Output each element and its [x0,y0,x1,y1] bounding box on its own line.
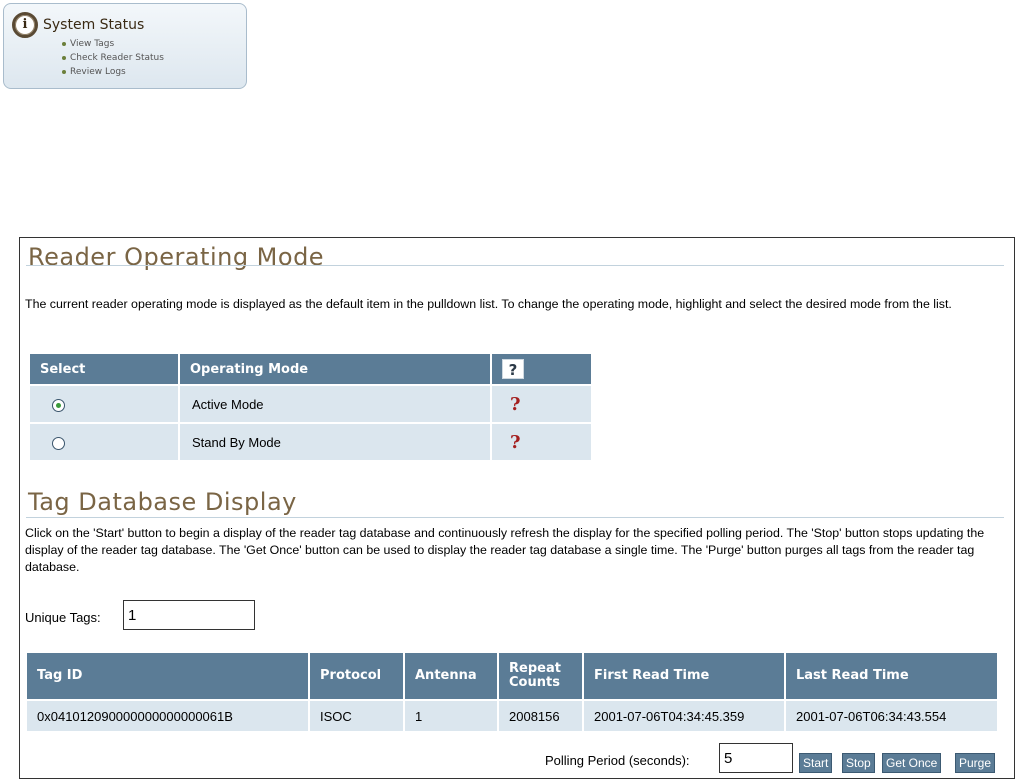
first-read-cell: 2001-07-06T04:34:45.359 [584,701,784,731]
table-row: 0x041012090000000000000061B ISOC 1 20081… [27,701,997,731]
active-mode-radio[interactable] [52,398,65,412]
standby-mode-radio[interactable] [52,436,65,450]
purge-button[interactable]: Purge [955,753,996,773]
review-logs-link[interactable]: Review Logs [62,65,164,79]
mode-row: Active Mode ? [30,386,591,422]
select-cell [30,386,178,422]
protocol-cell: ISOC [310,701,403,731]
question-mark-icon[interactable]: ? [492,432,521,453]
help-cell: ? [492,424,591,460]
unique-tags-label: Unique Tags: [25,610,101,625]
question-mark-icon[interactable]: ? [492,394,521,415]
tag-database-description: Click on the 'Start' button to begin a d… [25,526,985,574]
operating-mode-description: The current reader operating mode is dis… [25,297,952,311]
mode-label: Stand By Mode [180,424,490,460]
title-divider [26,265,1004,266]
mode-row: Stand By Mode ? [30,424,591,460]
mode-label: Active Mode [180,386,490,422]
protocol-header: Protocol [310,653,403,699]
system-status-title: System Status [43,17,145,33]
repeat-header-line2: Counts [509,675,560,690]
stop-button[interactable]: Stop [842,753,875,773]
main-panel: Reader Operating Mode The current reader… [19,237,1015,779]
start-button[interactable]: Start [799,753,833,773]
info-icon: i [12,12,38,38]
antenna-header: Antenna [405,653,497,699]
check-reader-status-link[interactable]: Check Reader Status [62,51,164,65]
operating-mode-header: Operating Mode [180,354,490,384]
get-once-button[interactable]: Get Once [882,753,942,773]
polling-period-field[interactable] [719,743,793,773]
repeat-header-line1: Repeat [509,661,561,676]
title-divider [26,517,1004,518]
tag-database-title: Tag Database Display [28,488,297,516]
operating-mode-table: Select Operating Mode ? Active Mode ? St… [28,352,593,462]
tag-database-table: Tag ID Protocol Antenna Repeat Counts Fi… [25,651,999,733]
system-status-box: i System Status View Tags Check Reader S… [3,3,247,89]
polling-period-label: Polling Period (seconds): [545,753,690,768]
tag-id-cell: 0x041012090000000000000061B [27,701,308,731]
unique-tags-field[interactable] [123,600,255,630]
select-cell [30,424,178,460]
view-tags-link[interactable]: View Tags [62,37,164,51]
first-read-header: First Read Time [584,653,784,699]
help-icon[interactable]: ? [502,359,524,379]
repeat-counts-cell: 2008156 [499,701,582,731]
select-header: Select [30,354,178,384]
help-header: ? [492,354,591,384]
operating-mode-title: Reader Operating Mode [28,243,325,271]
last-read-cell: 2001-07-06T06:34:43.554 [786,701,997,731]
tag-id-header: Tag ID [27,653,308,699]
help-cell: ? [492,386,591,422]
status-links-list: View Tags Check Reader Status Review Log… [62,37,164,79]
last-read-header: Last Read Time [786,653,997,699]
repeat-counts-header: Repeat Counts [499,653,582,699]
antenna-cell: 1 [405,701,497,731]
